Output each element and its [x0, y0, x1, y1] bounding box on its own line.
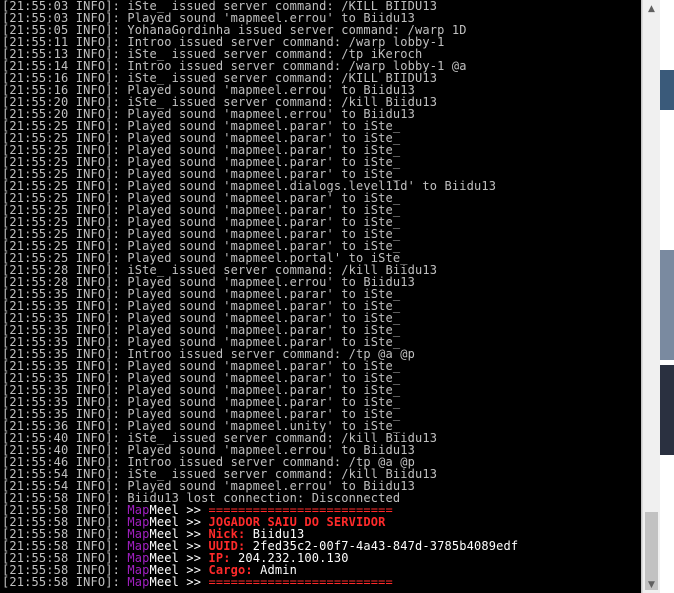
log-segment: ========================= — [208, 575, 393, 589]
background-image-fragment — [660, 70, 674, 110]
console-output: [21:55:03 INFO]: iSte_ issued server com… — [0, 0, 641, 588]
log-segment: [21:55:58 INFO]: — [2, 575, 128, 589]
console-window[interactable]: [21:55:03 INFO]: iSte_ issued server com… — [0, 0, 642, 593]
scroll-up-arrow-icon[interactable]: ▲ — [643, 0, 660, 17]
log-segment: Map — [127, 575, 150, 589]
scroll-down-arrow-icon[interactable]: ▼ — [643, 576, 660, 593]
log-segment: Meel — [149, 575, 179, 589]
background-image-fragment — [660, 250, 674, 360]
log-segment: >> — [179, 575, 209, 589]
log-line: [21:55:58 INFO]: MapMeel >> ============… — [0, 576, 641, 588]
background-window-strip — [660, 0, 674, 593]
background-image-fragment — [660, 365, 674, 455]
vertical-scrollbar[interactable]: ▲ ▼ — [642, 0, 660, 593]
